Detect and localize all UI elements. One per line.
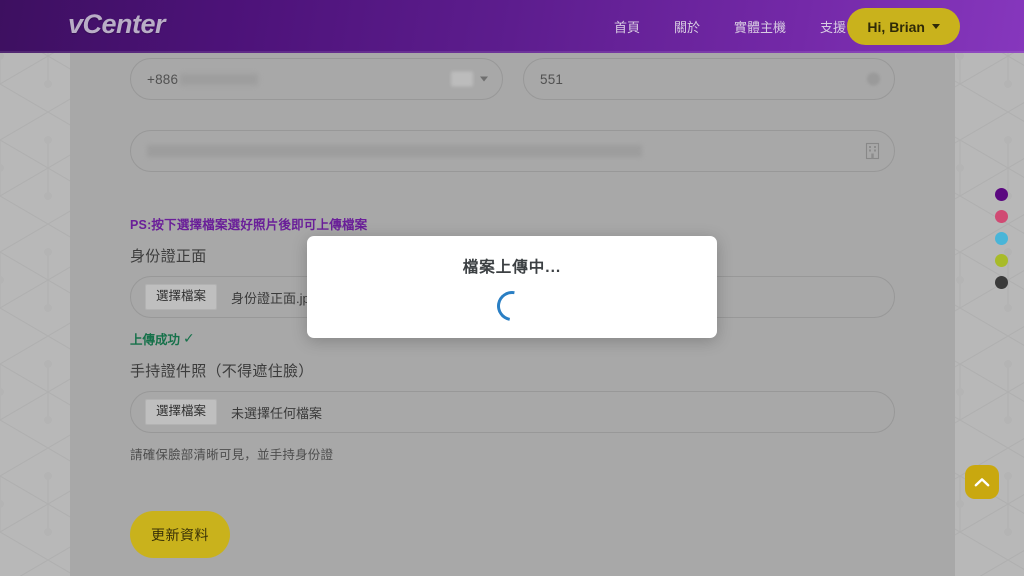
modal-title: 檔案上傳中...: [463, 255, 561, 277]
upload-instruction-note: PS:按下選擇檔案選好照片後即可上傳檔案: [130, 214, 895, 233]
brand-logo[interactable]: vCenter: [68, 9, 165, 40]
chevron-down-icon: [932, 24, 940, 29]
address-redacted-value: [147, 145, 642, 157]
chevron-down-icon[interactable]: [480, 77, 488, 82]
color-picker-dots: [995, 188, 1008, 289]
color-dot-dark[interactable]: [995, 276, 1008, 289]
handheld-id-file-field[interactable]: 選擇檔案 未選擇任何檔案: [130, 391, 895, 433]
code-value: 551: [540, 72, 563, 87]
update-profile-button[interactable]: 更新資料: [130, 511, 230, 558]
handheld-id-file-name: 未選擇任何檔案: [231, 403, 322, 422]
user-menu-label: Hi, Brian: [867, 19, 925, 35]
contact-row: +886 551: [130, 58, 895, 100]
address-field[interactable]: [130, 130, 895, 172]
handheld-id-helper-text: 請確保臉部清晰可見，並手持身份證: [130, 444, 895, 463]
back-to-top-button[interactable]: [965, 465, 999, 499]
phone-redacted-digits: [180, 74, 258, 85]
handheld-id-label: 手持證件照（不得遮住臉）: [130, 360, 895, 381]
nav-item-about[interactable]: 關於: [674, 17, 700, 36]
nav-item-home[interactable]: 首頁: [614, 17, 640, 36]
address-field-adornments: [865, 143, 880, 160]
id-front-file-name: 身份證正面.jpg: [231, 288, 317, 307]
loading-spinner: [497, 291, 527, 321]
user-menu-button[interactable]: Hi, Brian: [847, 8, 960, 45]
country-flag-icon[interactable]: [451, 72, 473, 87]
color-dot-pink[interactable]: [995, 210, 1008, 223]
color-dot-purple[interactable]: [995, 188, 1008, 201]
nav-item-support[interactable]: 支援: [820, 17, 846, 36]
circle-icon: [867, 73, 880, 86]
code-field[interactable]: 551: [523, 58, 895, 100]
phone-field-adornments: [451, 72, 488, 87]
chevron-up-icon: [974, 477, 990, 488]
upload-progress-modal: 檔案上傳中...: [307, 236, 717, 338]
phone-value: +886: [147, 72, 178, 87]
color-dot-cyan[interactable]: [995, 232, 1008, 245]
check-icon: ✓: [183, 330, 195, 347]
handheld-id-choose-file-button[interactable]: 選擇檔案: [145, 399, 217, 425]
color-dot-lime[interactable]: [995, 254, 1008, 267]
site-header: vCenter 首頁 關於 實體主機 支援 Hi, Brian: [0, 0, 1024, 53]
building-icon: [865, 143, 880, 160]
phone-field[interactable]: +886: [130, 58, 503, 100]
code-field-adornments: [867, 73, 880, 86]
nav-item-dedicated-server[interactable]: 實體主機: [734, 17, 786, 36]
upload-status-text: 上傳成功: [130, 329, 180, 348]
id-front-choose-file-button[interactable]: 選擇檔案: [145, 284, 217, 310]
main-nav: 首頁 關於 實體主機 支援: [614, 0, 846, 53]
